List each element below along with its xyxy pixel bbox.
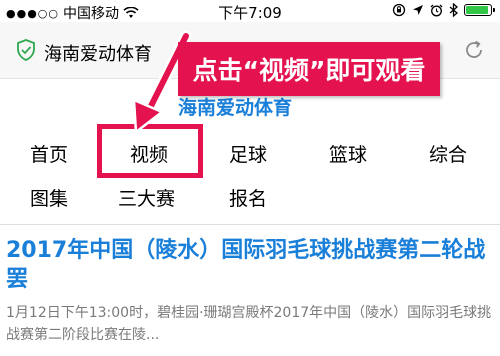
- nav-item-basketball[interactable]: 篮球: [329, 140, 367, 170]
- alarm-icon: [430, 4, 443, 16]
- battery-fill: [466, 6, 488, 14]
- shield-icon: [17, 39, 35, 61]
- nav-item-register[interactable]: 报名: [229, 184, 267, 214]
- site-title: 海南爱动体育: [44, 44, 152, 65]
- article-summary: 1月12日下午13:00时，碧桂园·珊瑚宫殿杯2017年中国（陵水）国际羽毛球挑…: [6, 305, 492, 343]
- nav-item-gallery[interactable]: 图集: [30, 184, 68, 214]
- status-bar: ●●●○○ 中国移动 下午7:09: [0, 0, 500, 22]
- lock-rotation-icon: [392, 3, 406, 17]
- annotation-callout: 点击“视频”即可观看: [178, 42, 440, 96]
- nav-item-three-majors[interactable]: 三大赛: [118, 184, 175, 214]
- nav-item-comprehensive[interactable]: 综合: [429, 140, 467, 170]
- video-highlight-box: [97, 124, 203, 178]
- nav-item-home[interactable]: 首页: [30, 140, 68, 170]
- status-right: [392, 3, 495, 17]
- page-header: 海南爱动体育: [178, 97, 293, 119]
- location-arrow-icon: [413, 5, 423, 15]
- refresh-icon[interactable]: [462, 38, 486, 62]
- bluetooth-icon: [449, 3, 458, 17]
- battery-icon: [464, 4, 495, 16]
- article-title[interactable]: 2017年中国（陵水）国际羽毛球挑战赛第二轮战罢: [6, 236, 494, 294]
- nav-item-football[interactable]: 足球: [229, 140, 267, 170]
